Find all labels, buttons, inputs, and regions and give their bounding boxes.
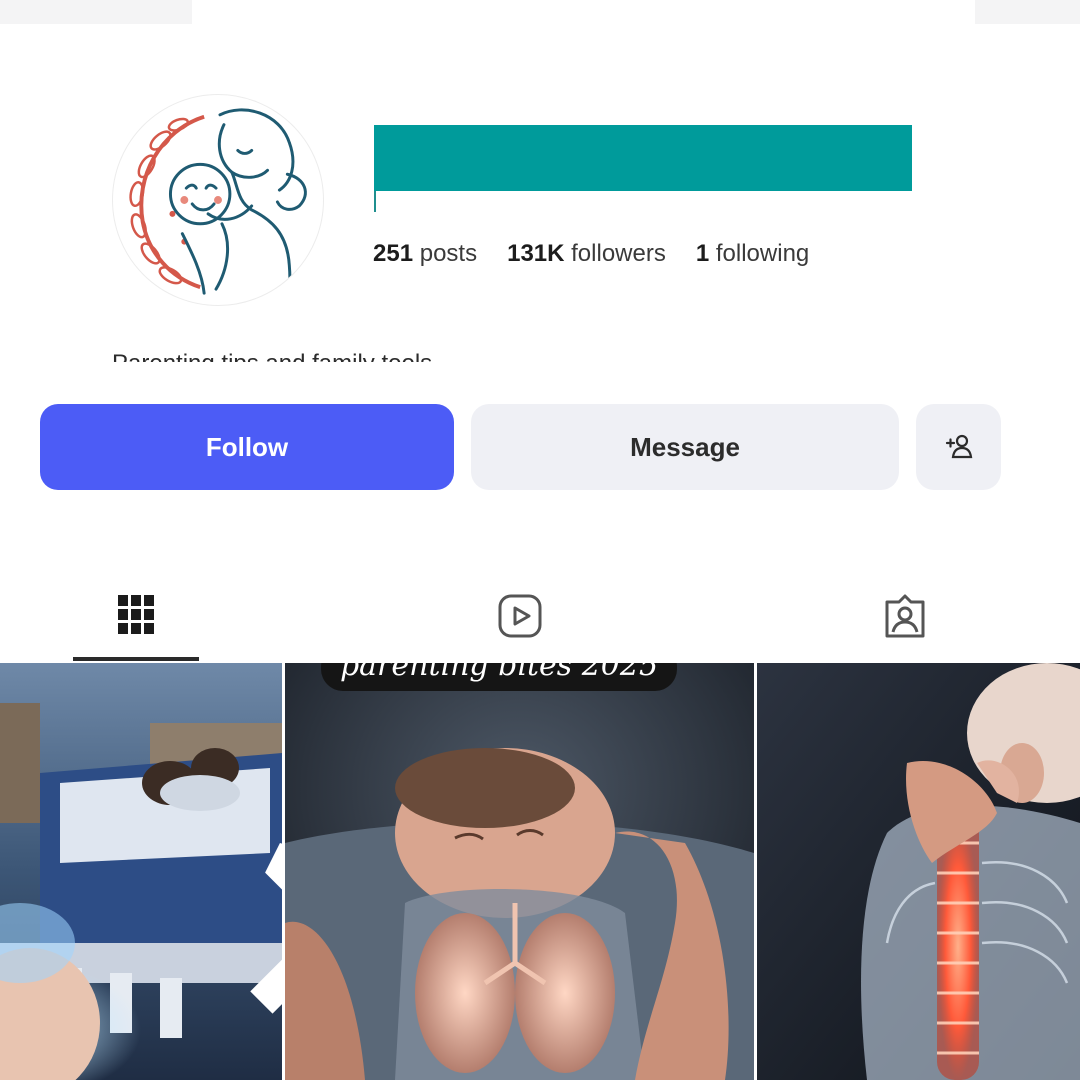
message-button-label: Message — [630, 431, 740, 462]
post-image-baby-spine — [757, 663, 1080, 1080]
stat-followers[interactable]: 131K followers — [507, 240, 666, 268]
post-tile-2[interactable]: parenting bites 2025 — [285, 663, 754, 1080]
profile-name-redacted — [374, 125, 912, 191]
grid-icon — [118, 595, 154, 634]
top-bar-left-strip — [0, 0, 192, 24]
posts-grid: parenting bites 2025 — [0, 663, 1080, 1080]
stat-posts-label: posts — [419, 240, 478, 267]
tab-tagged[interactable] — [842, 585, 968, 663]
post-image-newborn-lungs — [285, 663, 754, 1080]
suggested-accounts-button[interactable] — [916, 404, 1001, 490]
pinned-post-icon — [250, 842, 282, 1014]
stat-following-value: 1 — [695, 240, 710, 267]
tagged-person-icon — [885, 594, 925, 638]
stat-followers-value: 131K — [507, 240, 565, 267]
follow-button-label: Follow — [205, 431, 289, 462]
redaction-edge — [374, 191, 376, 212]
stat-posts[interactable]: 251 posts — [373, 240, 477, 268]
stat-posts-value: 251 — [373, 240, 414, 267]
stat-following[interactable]: 1 following — [696, 240, 809, 268]
post-overlay-text: parenting bites 2025 — [321, 663, 677, 691]
stat-following-label: following — [715, 240, 810, 267]
bio-text-clipped: Parenting tips and family tools — [112, 352, 442, 362]
profile-avatar[interactable] — [112, 94, 324, 306]
post-tile-3[interactable] — [757, 663, 1080, 1080]
tab-reels[interactable] — [457, 585, 583, 663]
message-button[interactable]: Message — [471, 404, 899, 490]
bio-text: Parenting tips and family tools — [112, 352, 442, 362]
follow-button[interactable]: Follow — [40, 404, 454, 490]
tab-posts[interactable] — [73, 585, 199, 663]
pinned-post-icon — [699, 679, 754, 1080]
add-person-icon — [945, 434, 972, 459]
stat-followers-label: followers — [571, 240, 666, 267]
reels-icon — [498, 594, 542, 638]
profile-stats: 251 posts 131K followers 1 following — [373, 240, 809, 268]
profile-tabs — [0, 585, 1080, 663]
mother-baby-logo-icon — [129, 108, 307, 305]
active-tab-indicator — [73, 657, 199, 661]
post-tile-1[interactable] — [0, 663, 282, 1080]
top-bar-right-strip — [975, 0, 1080, 24]
